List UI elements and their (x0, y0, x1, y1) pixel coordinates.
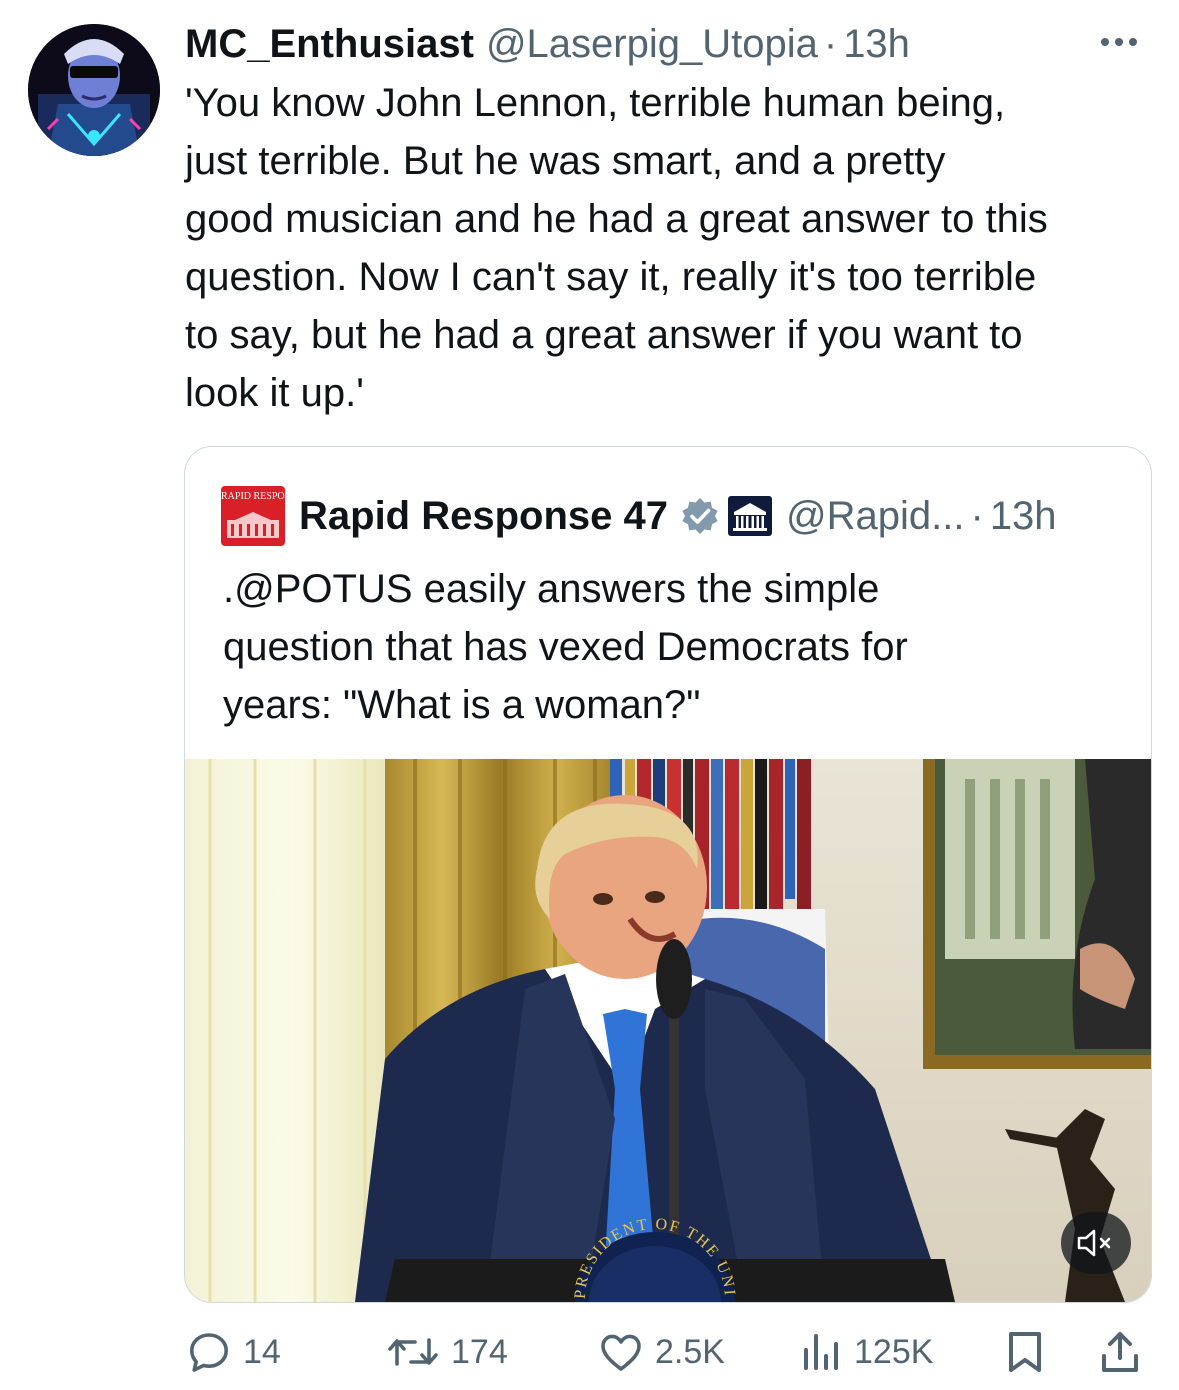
author-name[interactable]: MC_Enthusiast (185, 22, 474, 67)
reply-icon (190, 1333, 228, 1372)
reply-count: 14 (243, 1332, 281, 1371)
repost-button[interactable]: 174 (385, 1322, 508, 1382)
tweet-time[interactable]: 13h (843, 22, 910, 67)
like-button[interactable]: 2.5K (597, 1322, 725, 1382)
views-button[interactable]: 125K (800, 1322, 933, 1382)
more-icon (1101, 38, 1109, 46)
like-count: 2.5K (655, 1332, 725, 1371)
avatar-icon (28, 24, 160, 156)
share-button[interactable] (1098, 1322, 1142, 1382)
more-icon-dot (1129, 38, 1137, 46)
share-icon (1102, 1332, 1138, 1372)
video-frame: PRESIDENT OF THE UNITE (185, 759, 1151, 1302)
white-house-icon (728, 496, 773, 536)
author-handle[interactable]: @Laserpig_Utopia (486, 22, 818, 67)
mute-button[interactable] (1061, 1212, 1131, 1274)
repost-icon (388, 1338, 438, 1366)
author-avatar[interactable] (28, 24, 160, 156)
quoted-author-avatar[interactable]: RAPID RESPONSE (221, 486, 285, 546)
mute-icon (1077, 1229, 1111, 1257)
reply-button[interactable]: 14 (185, 1322, 281, 1382)
quoted-video[interactable]: PRESIDENT OF THE UNITE (185, 759, 1151, 1302)
quoted-tweet-header: RAPID RESPONSE Rapid Response 47 @Rapid.… (221, 486, 1131, 546)
repost-count: 174 (451, 1332, 508, 1371)
bookmark-button[interactable] (1003, 1322, 1047, 1382)
views-icon (804, 1334, 838, 1370)
more-icon-dot (1115, 38, 1123, 46)
tweet-text: 'You know John Lennon, terrible human be… (185, 81, 1048, 415)
tweet-actions: 14 174 2.5K 125K (185, 1322, 1150, 1382)
tweet-header: MC_Enthusiast @Laserpig_Utopia · 13h (185, 16, 1149, 72)
quoted-tweet-text: .@POTUS easily answers the simple questi… (223, 567, 908, 727)
bookmark-icon (1009, 1332, 1041, 1372)
like-icon (601, 1334, 641, 1371)
header-separator: · (823, 21, 838, 66)
quoted-author-name[interactable]: Rapid Response 47 (299, 494, 668, 539)
more-button[interactable] (1089, 22, 1149, 62)
quoted-author-handle[interactable]: @Rapid... (786, 494, 964, 539)
quoted-header-separator: · (970, 493, 984, 538)
quoted-tweet-time[interactable]: 13h (990, 494, 1057, 539)
views-count: 125K (854, 1332, 934, 1371)
quoted-tweet-card[interactable]: RAPID RESPONSE Rapid Response 47 @Rapid.… (184, 446, 1152, 1303)
verified-badge-icon (682, 498, 718, 534)
